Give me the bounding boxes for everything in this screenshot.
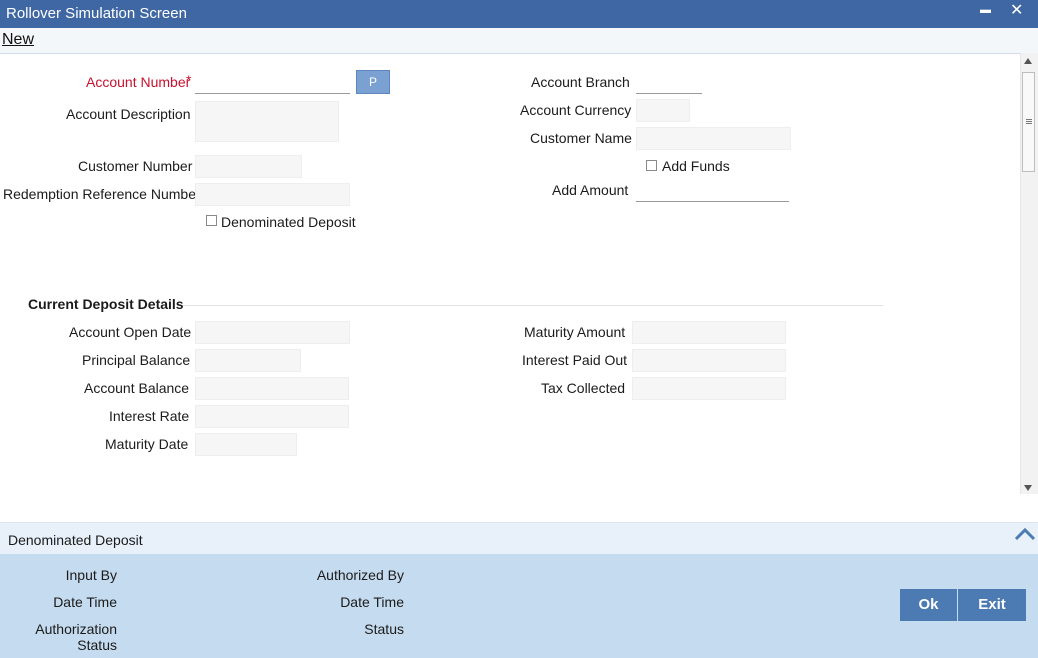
account-currency-label: Account Currency bbox=[520, 102, 632, 118]
principal-balance-field[interactable] bbox=[195, 349, 301, 372]
date-time-label-1: Date Time bbox=[53, 594, 117, 610]
denominated-deposit-panel-header[interactable]: Denominated Deposit bbox=[0, 522, 1038, 555]
account-open-date-field[interactable] bbox=[195, 321, 350, 344]
principal-balance-label: Principal Balance bbox=[82, 352, 191, 368]
add-funds-label: Add Funds bbox=[662, 158, 730, 174]
interest-paid-out-label: Interest Paid Out bbox=[522, 352, 628, 368]
denominated-deposit-label: Denominated Deposit bbox=[221, 214, 356, 230]
window-title: Rollover Simulation Screen bbox=[6, 5, 187, 22]
scroll-down-arrow-icon[interactable] bbox=[1024, 485, 1032, 491]
minimize-button[interactable]: ▬ bbox=[980, 4, 991, 16]
add-funds-checkbox[interactable] bbox=[646, 160, 657, 171]
add-amount-input[interactable] bbox=[636, 179, 789, 202]
new-menu-item[interactable]: New bbox=[2, 31, 34, 49]
interest-rate-field[interactable] bbox=[195, 405, 349, 428]
account-lookup-button[interactable]: P bbox=[356, 70, 390, 94]
authorization-status-label-line1: Authorization bbox=[35, 621, 117, 637]
customer-name-field[interactable] bbox=[636, 127, 791, 150]
account-number-label: Account Number bbox=[86, 74, 191, 90]
scroll-up-arrow-icon[interactable] bbox=[1024, 58, 1032, 64]
ok-button[interactable]: Ok bbox=[900, 589, 957, 621]
scroll-thumb[interactable] bbox=[1022, 72, 1035, 172]
account-balance-field[interactable] bbox=[195, 377, 349, 400]
redemption-reference-field[interactable] bbox=[195, 183, 350, 206]
account-currency-field[interactable] bbox=[636, 99, 690, 122]
authorized-by-label: Authorized By bbox=[316, 567, 404, 583]
exit-button[interactable]: Exit bbox=[958, 589, 1026, 621]
maturity-amount-label: Maturity Amount bbox=[524, 324, 626, 340]
customer-number-label: Customer Number bbox=[78, 158, 193, 174]
title-bar: Rollover Simulation Screen ▬ ✕ bbox=[0, 0, 1038, 28]
audit-footer: Input By Date Time Authorization Status … bbox=[0, 554, 1038, 658]
interest-rate-label: Interest Rate bbox=[109, 408, 190, 424]
account-open-date-label: Account Open Date bbox=[69, 324, 192, 340]
close-button[interactable]: ✕ bbox=[1010, 0, 1023, 20]
tax-collected-label: Tax Collected bbox=[541, 380, 626, 396]
account-number-input[interactable] bbox=[195, 70, 350, 94]
account-description-field[interactable] bbox=[195, 101, 339, 142]
menu-bar: New bbox=[0, 28, 1038, 54]
account-branch-field[interactable] bbox=[636, 71, 702, 94]
maturity-date-label: Maturity Date bbox=[105, 436, 189, 452]
add-amount-label: Add Amount bbox=[552, 182, 629, 198]
maturity-date-field[interactable] bbox=[195, 433, 297, 456]
account-branch-label: Account Branch bbox=[531, 74, 630, 90]
authorization-status-label-line2: Status bbox=[77, 637, 117, 653]
customer-number-field[interactable] bbox=[195, 155, 302, 178]
customer-name-label: Customer Name bbox=[530, 130, 632, 146]
input-by-label: Input By bbox=[65, 567, 117, 583]
section-divider bbox=[183, 305, 883, 306]
interest-paid-out-field[interactable] bbox=[632, 349, 786, 372]
account-balance-label: Account Balance bbox=[84, 380, 190, 396]
status-label: Status bbox=[364, 621, 404, 637]
date-time-label-2: Date Time bbox=[340, 594, 404, 610]
current-deposit-section-title: Current Deposit Details bbox=[28, 296, 184, 312]
chevron-up-icon[interactable] bbox=[1014, 527, 1036, 541]
account-description-label: Account Description bbox=[66, 106, 191, 122]
redemption-reference-label: Redemption Reference Number bbox=[3, 186, 201, 202]
required-marker: * bbox=[186, 72, 192, 88]
denominated-deposit-panel-label: Denominated Deposit bbox=[8, 532, 143, 548]
denominated-deposit-checkbox[interactable] bbox=[206, 215, 217, 226]
maturity-amount-field[interactable] bbox=[632, 321, 786, 344]
tax-collected-field[interactable] bbox=[632, 377, 786, 400]
